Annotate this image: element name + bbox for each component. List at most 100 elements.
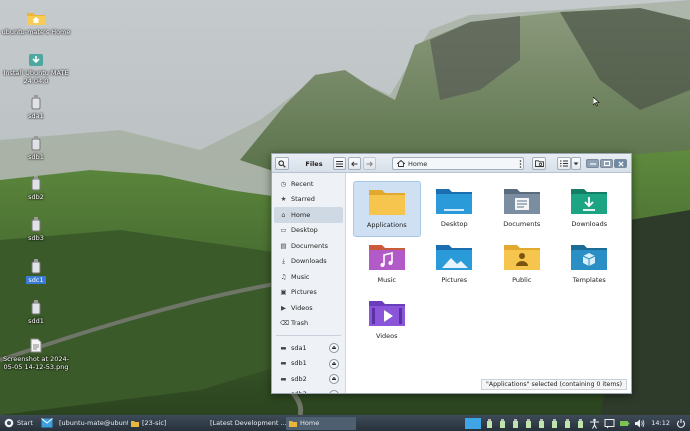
- eject-icon[interactable]: ⏏: [329, 389, 339, 393]
- minimize-button[interactable]: [586, 159, 599, 168]
- task-terminal[interactable]: [ubuntu-mate@ubunt...: [56, 417, 128, 430]
- folder-label: Videos: [375, 332, 398, 340]
- sidebar-item-label: Desktop: [291, 226, 318, 235]
- sidebar-item-sdb3[interactable]: ▬ sdb3 ⏏: [272, 387, 345, 393]
- music-folder-icon: [368, 245, 405, 270]
- sidebar-item-label: sdb2: [291, 374, 307, 383]
- usb-tray-icon[interactable]: [576, 418, 585, 429]
- sidebar-item-trash[interactable]: ⌫ Trash: [272, 316, 345, 332]
- drive-icon: ▬: [280, 343, 287, 352]
- desktop-icon-label: sda1: [28, 112, 44, 120]
- sidebar-item-sda1[interactable]: ▬ sda1 ⏏: [272, 340, 345, 356]
- drive-icon: ▬: [280, 390, 287, 393]
- folder-label: Templates: [572, 276, 606, 284]
- desktop-icon-sdb1[interactable]: sdb1: [1, 135, 71, 161]
- home-icon: ⌂: [281, 210, 286, 219]
- usb-tray-icon[interactable]: [485, 418, 494, 429]
- window-titlebar[interactable]: Files Home: [272, 154, 631, 173]
- usb-tray-icon[interactable]: [537, 418, 546, 429]
- folder-public[interactable]: Public: [488, 237, 556, 293]
- clock[interactable]: 14:12: [651, 419, 670, 427]
- file-view[interactable]: Applications Desktop Documents Downloads…: [347, 173, 631, 393]
- sidebar-item-label: sdb3: [291, 390, 307, 393]
- sidebar-item-recent[interactable]: ◷ Recent: [272, 176, 345, 192]
- desktop-icon-sdb3[interactable]: sdb3: [1, 216, 71, 242]
- accessibility-icon[interactable]: [589, 418, 600, 429]
- folder-music[interactable]: Music: [353, 237, 421, 293]
- usb-tray-icon[interactable]: [550, 418, 559, 429]
- taskbar: Start [ubuntu-mate@ubunt... [23-sic] [La…: [0, 415, 690, 431]
- desktop-icon-label: Install Ubuntu MATE 24.04.0: [3, 69, 69, 85]
- sidebar-item-videos[interactable]: ▶ Videos: [272, 300, 345, 316]
- notification-icon[interactable]: [604, 418, 615, 429]
- folder-documents[interactable]: Documents: [488, 181, 556, 237]
- new-folder-button[interactable]: [532, 157, 546, 170]
- folder-templates[interactable]: Templates: [556, 237, 624, 293]
- path-bar-home[interactable]: Home: [392, 157, 524, 170]
- eject-icon[interactable]: ⏏: [329, 358, 339, 369]
- task-label: [ubuntu-mate@ubunt...: [59, 419, 128, 427]
- folder-downloads[interactable]: Downloads: [556, 181, 624, 237]
- desktop-icon-label: sdd1: [28, 317, 44, 325]
- battery-icon[interactable]: [619, 418, 630, 429]
- sidebar-item-sdb1[interactable]: ▬ sdb1 ⏏: [272, 356, 345, 372]
- desktop-icon-sdb2[interactable]: sdb2: [1, 175, 71, 201]
- desktop-icon-install[interactable]: Install Ubuntu MATE 24.04.0: [1, 53, 71, 85]
- search-button[interactable]: [275, 157, 289, 170]
- maximize-button[interactable]: [600, 159, 613, 168]
- desktop-icon-home[interactable]: ubuntu-mate's Home: [1, 10, 71, 36]
- path-options-button[interactable]: [515, 157, 526, 170]
- usb-tray-icon[interactable]: [524, 418, 533, 429]
- desktop-icon-sda1[interactable]: sda1: [1, 94, 71, 120]
- desktop-icon-label: Screenshot at 2024-05-05 14-12-53.png: [3, 355, 69, 371]
- mail-icon[interactable]: [41, 418, 53, 428]
- forward-button[interactable]: [363, 157, 376, 170]
- desktop-icon-sdd1[interactable]: sdd1: [1, 299, 71, 325]
- desktop-icon-screenshot[interactable]: Screenshot at 2024-05-05 14-12-53.png: [0, 338, 74, 371]
- folder-videos[interactable]: Videos: [353, 293, 421, 349]
- sidebar-item-sdb2[interactable]: ▬ sdb2 ⏏: [272, 371, 345, 387]
- view-mode-button[interactable]: [557, 157, 571, 170]
- sidebar-item-documents[interactable]: ▤ Documents: [272, 238, 345, 254]
- install-icon: [29, 54, 43, 66]
- view-options-button[interactable]: [571, 157, 581, 170]
- desktop-icon-sdc1[interactable]: sdc1: [1, 258, 71, 284]
- task-home[interactable]: Home: [286, 416, 356, 430]
- sidebar-item-home[interactable]: ⌂ Home: [274, 207, 343, 223]
- back-button[interactable]: [348, 157, 361, 170]
- folder-label: Music: [377, 276, 397, 284]
- search-icon: [278, 159, 286, 168]
- sidebar-item-music[interactable]: ♫ Music: [272, 269, 345, 285]
- sidebar-item-pictures[interactable]: ▣ Pictures: [272, 285, 345, 301]
- menu-button[interactable]: [333, 157, 346, 170]
- eject-icon[interactable]: ⏏: [329, 343, 339, 353]
- usb-tray-icon[interactable]: [498, 418, 507, 429]
- usb-tray-icon[interactable]: [511, 418, 520, 429]
- start-button[interactable]: Start: [0, 417, 38, 430]
- task-browser[interactable]: [Latest Development ...: [204, 417, 286, 430]
- folder-pictures[interactable]: Pictures: [421, 237, 489, 293]
- close-button[interactable]: [614, 159, 627, 168]
- sidebar-item-starred[interactable]: ★ Starred: [272, 192, 345, 208]
- sidebar-item-label: Documents: [291, 241, 329, 250]
- home-folder-icon: [27, 13, 45, 25]
- power-icon[interactable]: [676, 418, 686, 429]
- sidebar-divider: [276, 335, 341, 336]
- workspace-switcher-icon[interactable]: [465, 417, 482, 429]
- chevron-down-icon: [573, 162, 579, 165]
- volume-icon[interactable]: [634, 418, 645, 429]
- sidebar-item-label: Recent: [291, 179, 314, 188]
- folder-applications[interactable]: Applications: [353, 181, 421, 237]
- task-folder-23-sic[interactable]: [23-sic]: [128, 417, 204, 430]
- folder-label: Public: [512, 276, 532, 284]
- folder-desktop[interactable]: Desktop: [421, 181, 489, 237]
- vertical-dots-icon: [519, 159, 522, 168]
- sidebar-item-desktop[interactable]: ▭ Desktop: [272, 223, 345, 239]
- status-bar: "Applications" selected (containing 0 it…: [481, 379, 627, 390]
- eject-icon[interactable]: ⏏: [329, 374, 339, 384]
- image-file-icon: [30, 338, 42, 353]
- desktop-icon-label: sdc1: [26, 276, 46, 284]
- videos-folder-icon: [368, 301, 405, 326]
- usb-tray-icon[interactable]: [563, 418, 572, 429]
- sidebar-item-downloads[interactable]: ⤓ Downloads: [272, 254, 345, 270]
